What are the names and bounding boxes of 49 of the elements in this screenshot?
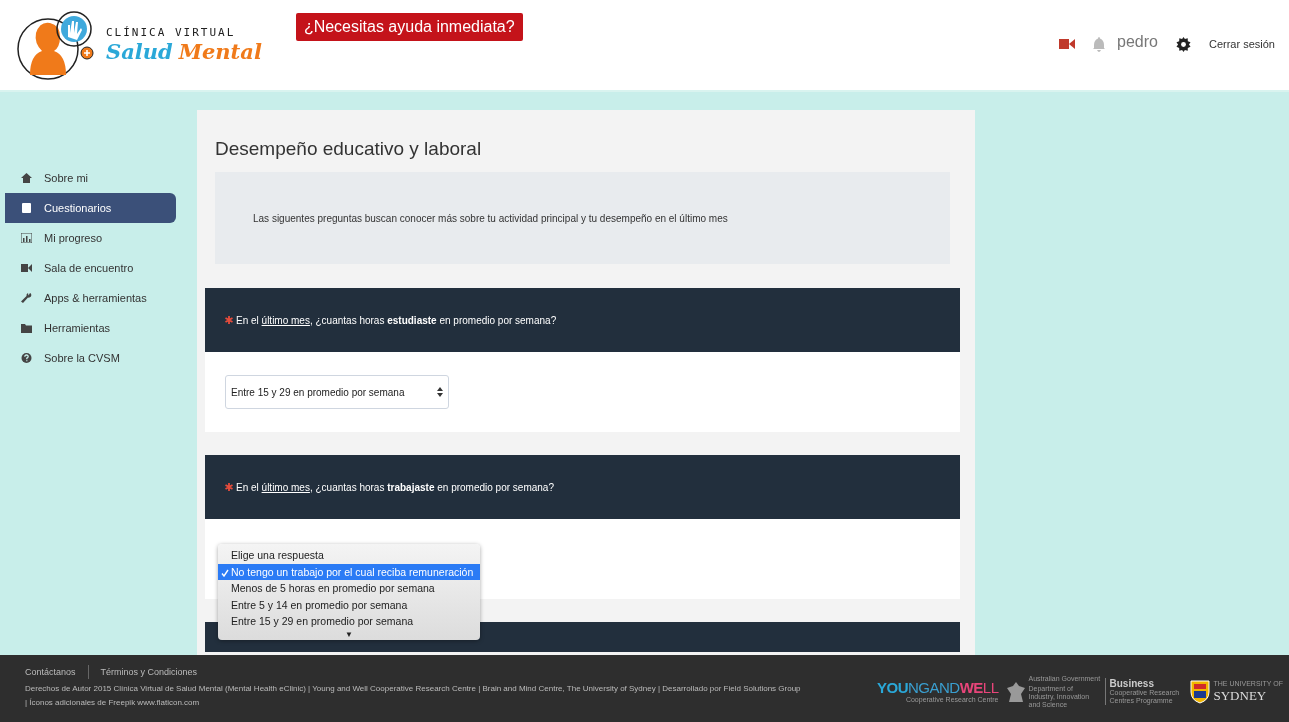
dropdown-option[interactable]: Elige una respuesta <box>218 547 480 564</box>
sidebar-item[interactable]: Mi progreso <box>5 223 176 253</box>
sidebar-item[interactable]: Herramientas <box>5 313 176 343</box>
video-camera-icon <box>21 263 32 273</box>
logo-text: SYDNEY <box>1213 687 1268 704</box>
sidebar-item[interactable]: Cuestionarios <box>5 193 176 223</box>
logo-word: WE <box>959 679 983 696</box>
footer-link[interactable]: Términos y Condiciones <box>100 667 198 677</box>
sidebar-item[interactable]: Apps & herramientas <box>5 283 176 313</box>
video-camera-icon[interactable] <box>1059 38 1076 50</box>
question-text: En el último mes, ¿cuantas horas estudiaste en promedio por semana? <box>236 314 557 326</box>
logo-text: Business <box>1109 678 1155 689</box>
logo-word: NGAND <box>907 679 960 696</box>
sidebar-item[interactable]: Sala de encuentro <box>5 253 176 283</box>
username-link[interactable]: pedro <box>1117 33 1158 51</box>
logo-word: LL <box>982 679 999 696</box>
footer-link[interactable]: Contáctanos <box>25 667 76 677</box>
sidebar-item[interactable]: Sobre mi <box>5 163 176 193</box>
dropdown-option[interactable]: No tengo un trabajo por el cual reciba remuneración <box>218 563 480 580</box>
logo-text: Mental <box>178 39 262 64</box>
scroll-down-arrow[interactable]: ▼ <box>218 629 480 640</box>
sidebar-item[interactable]: Sobre la CVSM <box>5 343 176 373</box>
logo-word: YOU <box>876 679 908 696</box>
link[interactable]: último mes <box>261 314 310 326</box>
dropdown-option[interactable]: Menos de 5 horas en promedio por semana <box>218 580 480 597</box>
dropdown-option[interactable]: Entre 15 y 29 en promedio por semana <box>218 613 480 630</box>
bar-chart-icon <box>21 233 32 243</box>
home-icon <box>21 173 32 183</box>
help-button[interactable]: ¿Necesitas ayuda inmediata? <box>295 13 523 41</box>
updown-icon <box>437 387 443 397</box>
wrench-icon <box>21 293 32 303</box>
check-icon <box>221 568 229 577</box>
shield-icon <box>1189 679 1210 704</box>
link[interactable]: último mes <box>261 481 310 493</box>
document-icon <box>21 203 32 213</box>
crest-icon <box>1006 681 1025 702</box>
logo-text: Salud <box>106 39 173 64</box>
logo-text: CLÍNICA VIRTUAL <box>106 26 237 39</box>
settings-icon[interactable] <box>1175 36 1191 52</box>
dropdown-option[interactable]: Entre 5 y 14 en promedio por semana <box>218 596 480 613</box>
question-text: En el último mes, ¿cuantas horas trabajaste en promedio por semana? <box>236 481 554 493</box>
folder-icon <box>21 323 32 333</box>
select-field[interactable]: Entre 15 y 29 en promedio por semana <box>225 375 449 409</box>
page-title: Desempeño educativo y laboral <box>215 137 483 161</box>
credits-text: | Íconos adicionales de Freepik www.flaticon.com <box>25 698 201 707</box>
logout-link[interactable]: Cerrar sesión <box>1208 38 1275 50</box>
question-icon <box>21 353 32 363</box>
intro-text: Las siguentes preguntas buscan conocer más sobre tu actividad principal y tu desempeño en el último mes <box>253 212 728 224</box>
copyright-text: Derechos de Autor 2015 Clínica Virtual de Salud Mental (Mental Health eClinic) | Young and Well Cooperative Research Centre | Brain and Mind Centre, The University of Sydney | Desarrollado por Field Solutions Group <box>25 684 801 693</box>
